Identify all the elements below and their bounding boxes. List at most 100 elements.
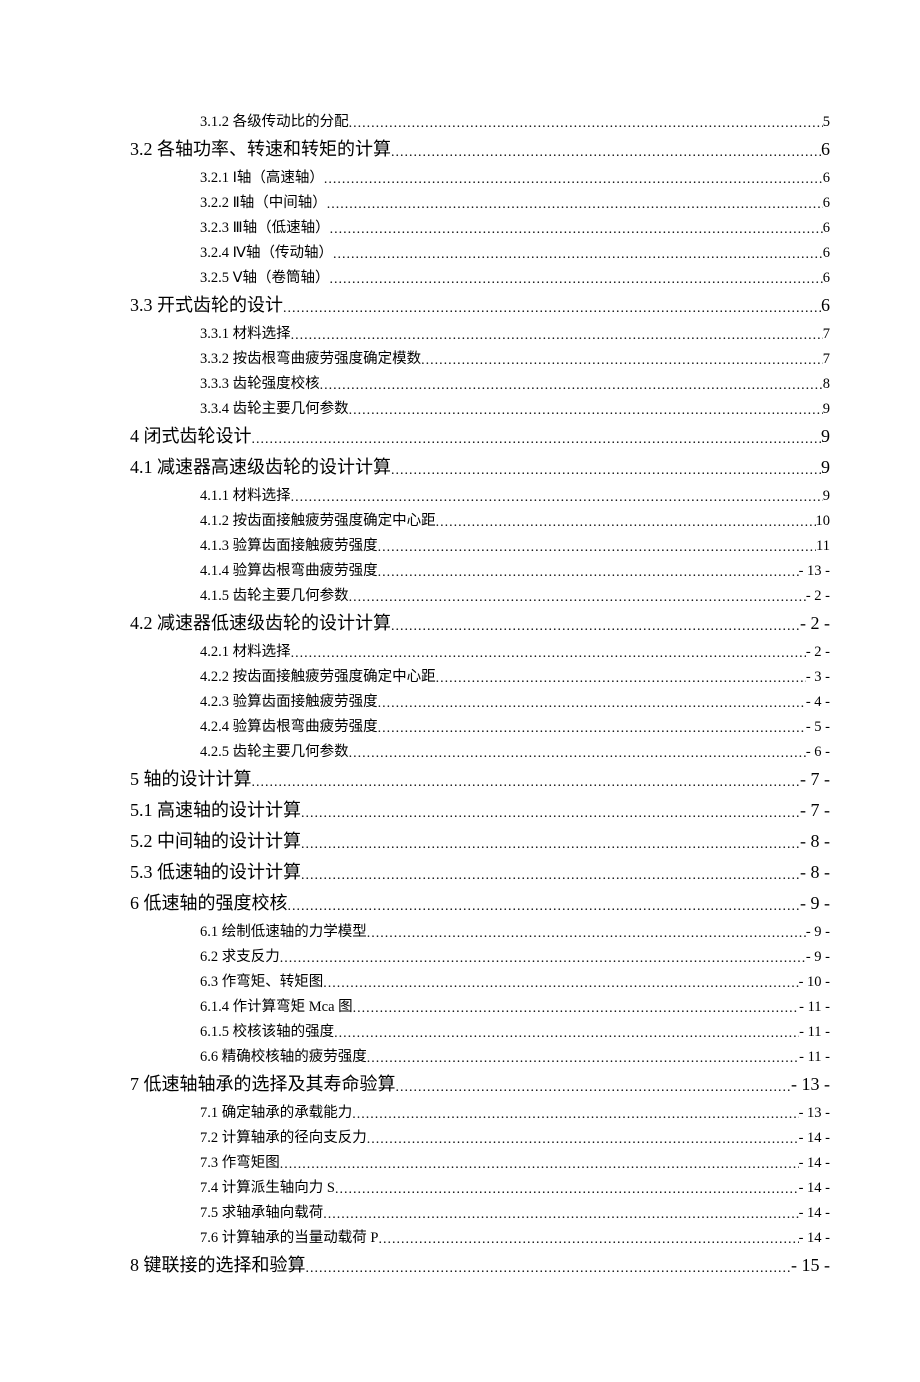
toc-leader-dots [324,168,823,191]
toc-entry-label: 5.1 高速轴的设计计算 [130,796,301,825]
toc-entry: 6.1.4 作计算弯矩 Mca 图- 11 - [95,995,830,1020]
toc-entry-label: 4.1.4 验算齿根弯曲疲劳强度 [200,559,378,583]
toc-entry-page: 6 [823,216,830,240]
toc-entry: 5.3 低速轴的设计计算- 8 - [95,858,830,889]
toc-leader-dots [301,861,800,889]
toc-entry-label: 6.2 求支反力 [200,945,280,969]
toc-entry: 4.1.2 按齿面接触疲劳强度确定中心距 10 [95,509,830,534]
toc-entry-label: 7.1 确定轴承的承载能力 [200,1101,352,1125]
toc-entry: 4.1.5 齿轮主要几何参数 - 2 - [95,584,830,609]
toc-entry: 7.6 计算轴承的当量动载荷 P- 14 - [95,1226,830,1251]
toc-entry-label: 4.1.3 验算齿面接触疲劳强度 [200,534,378,558]
toc-entry-label: 4.1 减速器高速级齿轮的设计计算 [130,453,391,482]
toc-entry-page: - 11 - [799,1020,830,1044]
toc-entry: 4 闭式齿轮设计 9 [95,422,830,453]
toc-entry-label: 7 低速轴轴承的选择及其寿命验算 [130,1070,396,1099]
toc-entry-label: 3.3.1 材料选择 [200,322,291,346]
toc-entry-label: 3.2.4 Ⅳ轴（传动轴） [200,241,333,265]
toc-entry-page: - 7 - [800,796,830,825]
toc-leader-dots [421,349,823,372]
toc-entry-page: - 6 - [806,740,830,764]
toc-leader-dots [280,947,806,970]
toc-entry: 5 轴的设计计算- 7 - [95,765,830,796]
toc-leader-dots [301,799,800,827]
toc-entry-label: 7.5 求轴承轴向载荷 [200,1201,323,1225]
toc-entry-page: 7 [823,347,830,371]
toc-entry: 4.2 减速器低速级齿轮的设计计算 - 2 - [95,609,830,640]
toc-leader-dots [436,511,816,534]
toc-entry-page: - 11 - [799,995,830,1019]
toc-entry-page: 9 [823,484,830,508]
toc-leader-dots [288,892,801,920]
toc-list: 3.1.2 各级传动比的分配53.2 各轴功率、转速和转矩的计算63.2.1 Ⅰ… [95,110,830,1282]
toc-entry-page: 8 [823,372,830,396]
toc-leader-dots [367,1047,799,1070]
toc-leader-dots [378,692,806,715]
toc-entry: 3.3.4 齿轮主要几何参数9 [95,397,830,422]
toc-entry-label: 6.1 绘制低速轴的力学模型 [200,920,367,944]
toc-entry: 6.6 精确校核轴的疲劳强度 - 11 - [95,1045,830,1070]
toc-entry-label: 3.3 开式齿轮的设计 [130,291,283,320]
toc-entry-page: - 14 - [799,1176,830,1200]
toc-entry-page: - 9 - [800,889,830,918]
toc-leader-dots [391,612,800,640]
toc-entry: 5.1 高速轴的设计计算 - 7 - [95,796,830,827]
toc-entry-label: 4.1.5 齿轮主要几何参数 [200,584,349,608]
toc-entry-label: 3.2 各轴功率、转速和转矩的计算 [130,135,391,164]
toc-entry: 7.5 求轴承轴向载荷- 14 - [95,1201,830,1226]
toc-leader-dots [333,243,823,266]
toc-entry: 4.2.5 齿轮主要几何参数- 6 - [95,740,830,765]
toc-entry-label: 7.4 计算派生轴向力 S [200,1176,335,1200]
toc-entry-label: 3.2.3 Ⅲ轴（低速轴） [200,216,330,240]
toc-entry-page: 6 [823,191,830,215]
toc-entry: 3.2.3 Ⅲ轴（低速轴） 6 [95,216,830,241]
toc-entry-label: 4.2 减速器低速级齿轮的设计计算 [130,609,391,638]
toc-entry: 7 低速轴轴承的选择及其寿命验算- 13 - [95,1070,830,1101]
toc-entry-label: 6 低速轴的强度校核 [130,889,288,918]
toc-entry-page: - 2 - [806,584,830,608]
toc-entry-label: 5.2 中间轴的设计计算 [130,827,301,856]
toc-entry-page: 9 [821,422,830,451]
toc-entry: 4.1 减速器高速级齿轮的设计计算 9 [95,453,830,484]
toc-entry-page: - 11 - [799,1045,830,1069]
toc-entry: 3.2 各轴功率、转速和转矩的计算6 [95,135,830,166]
toc-leader-dots [291,324,823,347]
toc-entry: 6.3 作弯矩、转矩图- 10 - [95,970,830,995]
toc-leader-dots [349,399,823,422]
toc-entry-page: - 7 - [800,765,830,794]
toc-leader-dots [378,1228,798,1251]
toc-leader-dots [391,456,821,484]
toc-entry-page: 10 [816,509,831,533]
toc-entry-page: - 2 - [800,609,830,638]
toc-entry-page: 6 [823,266,830,290]
toc-entry-page: - 14 - [799,1226,830,1250]
toc-entry-page: 9 [821,453,830,482]
toc-entry-page: 5 [823,110,830,134]
toc-entry-label: 4 闭式齿轮设计 [130,422,252,451]
toc-leader-dots [335,1178,799,1201]
toc-entry-page: - 9 - [806,920,830,944]
toc-leader-dots [349,112,823,135]
toc-leader-dots [330,268,823,291]
toc-leader-dots [280,1153,799,1176]
toc-leader-dots [327,193,823,216]
toc-leader-dots [378,717,806,740]
toc-entry: 3.3.2 按齿根弯曲疲劳强度确定模数7 [95,347,830,372]
toc-leader-dots [378,561,799,584]
toc-entry-label: 4.1.2 按齿面接触疲劳强度确定中心距 [200,509,436,533]
toc-leader-dots [330,218,823,241]
toc-leader-dots [323,1203,798,1226]
toc-entry-label: 4.2.3 验算齿面接触疲劳强度 [200,690,378,714]
toc-leader-dots [283,294,821,322]
toc-entry: 5.2 中间轴的设计计算- 8 - [95,827,830,858]
toc-entry-label: 3.2.2 Ⅱ轴（中间轴） [200,191,327,215]
toc-entry-page: - 14 - [799,1151,830,1175]
toc-leader-dots [396,1073,792,1101]
toc-page: 3.1.2 各级传动比的分配53.2 各轴功率、转速和转矩的计算63.2.1 Ⅰ… [0,0,920,1382]
toc-entry: 4.1.4 验算齿根弯曲疲劳强度- 13 - [95,559,830,584]
toc-entry-page: - 8 - [800,858,830,887]
toc-entry-label: 6.6 精确校核轴的疲劳强度 [200,1045,367,1069]
toc-entry-label: 3.3.3 齿轮强度校核 [200,372,320,396]
toc-leader-dots [352,1103,798,1126]
toc-leader-dots [306,1254,792,1282]
